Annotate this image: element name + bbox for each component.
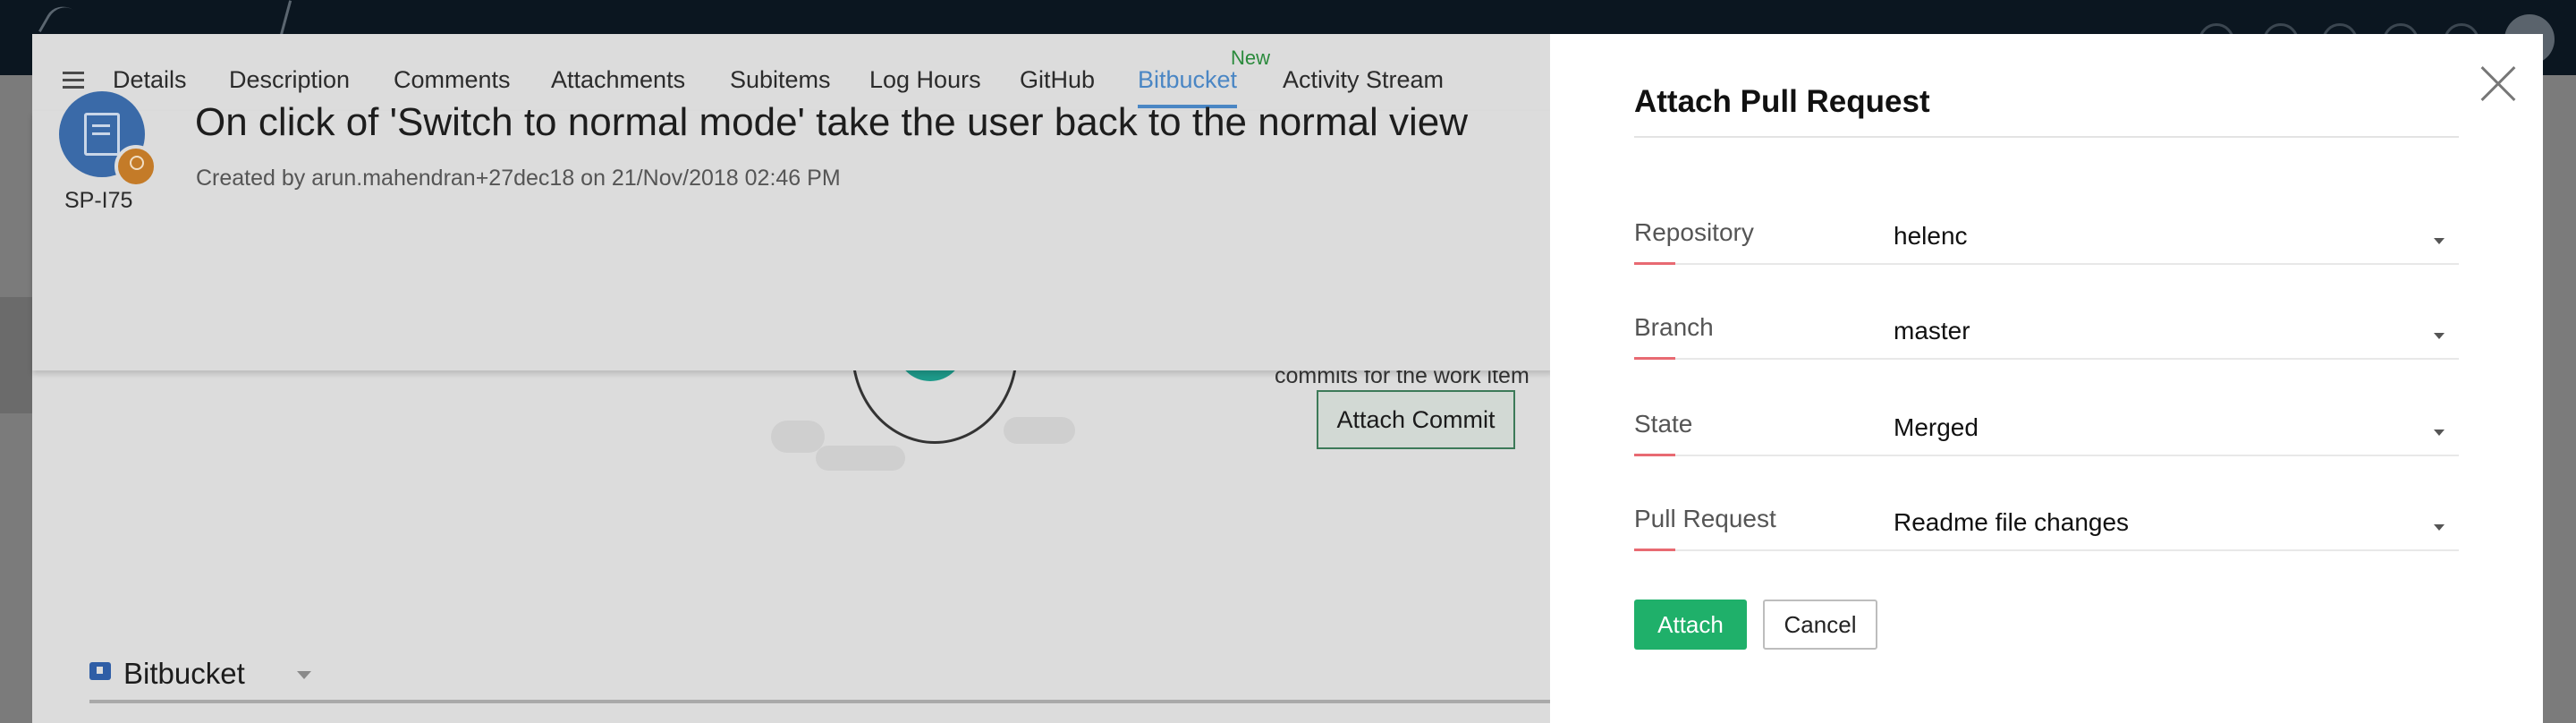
- chevron-down-icon[interactable]: [297, 671, 311, 679]
- required-indicator: [1634, 454, 1675, 456]
- chevron-down-icon[interactable]: [2434, 333, 2445, 339]
- pull-request-label: Pull Request: [1634, 505, 1776, 532]
- title-divider: [1634, 136, 2459, 138]
- branch-value[interactable]: master: [1894, 317, 1970, 345]
- breadcrumb-separator: [279, 0, 292, 36]
- state-value[interactable]: Merged: [1894, 413, 1979, 442]
- left-sidebar-edge: [0, 297, 32, 413]
- tab-details[interactable]: Details: [113, 66, 187, 94]
- section-title: Bitbucket: [123, 657, 245, 690]
- cancel-button[interactable]: Cancel: [1763, 600, 1877, 650]
- created-info: Created by arun.mahendran+27dec18 on 21/…: [196, 166, 841, 191]
- chevron-down-icon[interactable]: [2434, 430, 2445, 436]
- tab-activity-stream[interactable]: Activity Stream: [1283, 66, 1444, 94]
- tab-comments[interactable]: Comments: [394, 66, 511, 94]
- branch-label: Branch: [1634, 313, 1714, 341]
- branch-select[interactable]: Branch master: [1634, 304, 2459, 360]
- pull-request-value[interactable]: Readme file changes: [1894, 508, 2129, 537]
- tab-log-hours[interactable]: Log Hours: [869, 66, 981, 94]
- attach-pull-request-modal: Attach Pull Request Repository helenc Br…: [1550, 34, 2543, 723]
- tab-subitems[interactable]: Subitems: [730, 66, 831, 94]
- menu-icon[interactable]: [63, 72, 84, 93]
- tab-github[interactable]: GitHub: [1020, 66, 1095, 94]
- tab-description[interactable]: Description: [229, 66, 350, 94]
- required-indicator: [1634, 549, 1675, 551]
- close-icon[interactable]: [2480, 66, 2516, 102]
- repository-select[interactable]: Repository helenc: [1634, 209, 2459, 265]
- work-item-icon: [59, 91, 157, 188]
- section-divider: [89, 700, 1574, 703]
- pull-request-select[interactable]: Pull Request Readme file changes: [1634, 496, 2459, 551]
- chevron-down-icon[interactable]: [2434, 524, 2445, 531]
- bitbucket-icon: [89, 662, 111, 680]
- new-badge: New: [1231, 47, 1271, 69]
- required-indicator: [1634, 357, 1675, 360]
- tab-attachments[interactable]: Attachments: [551, 66, 685, 94]
- modal-title: Attach Pull Request: [1634, 84, 1930, 119]
- item-header: [32, 111, 1553, 370]
- item-title: On click of 'Switch to normal mode' take…: [195, 100, 1468, 144]
- required-indicator: [1634, 262, 1675, 265]
- document-icon: [84, 113, 120, 156]
- attach-button[interactable]: Attach: [1634, 600, 1747, 650]
- attach-commit-button[interactable]: Attach Commit: [1317, 390, 1515, 449]
- state-select[interactable]: State Merged: [1634, 401, 2459, 456]
- repository-label: Repository: [1634, 218, 1754, 246]
- user-badge-icon: [114, 145, 157, 188]
- item-id: SP-I75: [64, 188, 133, 213]
- state-label: State: [1634, 410, 1693, 438]
- chevron-down-icon[interactable]: [2434, 238, 2445, 244]
- repository-value[interactable]: helenc: [1894, 222, 1968, 251]
